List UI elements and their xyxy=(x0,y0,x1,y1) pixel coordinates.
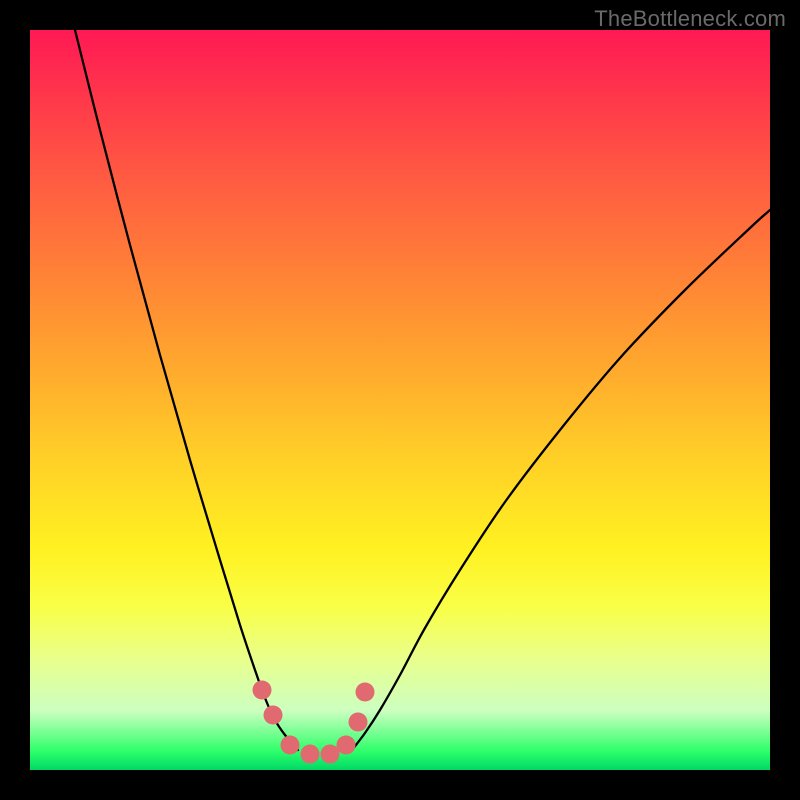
dip-marker xyxy=(264,706,283,725)
watermark-text: TheBottleneck.com xyxy=(594,6,786,32)
left-branch-curve xyxy=(75,30,298,750)
curve-svg xyxy=(30,30,770,770)
plot-area xyxy=(30,30,770,770)
chart-frame: TheBottleneck.com xyxy=(0,0,800,800)
right-branch-curve xyxy=(352,210,770,750)
dip-marker xyxy=(281,736,300,755)
dip-marker xyxy=(301,745,320,764)
dip-marker xyxy=(337,736,356,755)
dip-marker xyxy=(253,681,272,700)
dip-marker xyxy=(349,713,368,732)
dip-marker xyxy=(321,745,340,764)
dip-marker xyxy=(356,683,375,702)
